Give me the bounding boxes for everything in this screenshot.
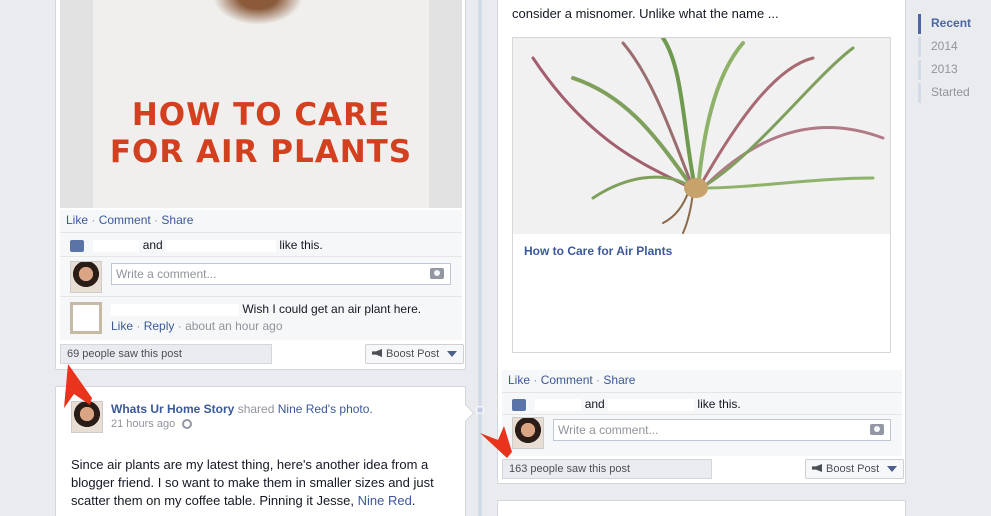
- comment-meta: Like · Reply · about an hour ago: [111, 319, 283, 333]
- comment-placeholder: Write a comment...: [116, 267, 217, 281]
- timeline-pointer: [457, 404, 475, 422]
- timeline-dot: [476, 406, 484, 414]
- share-link[interactable]: Share: [603, 373, 635, 387]
- right-seen-counter[interactable]: 163 people saw this post: [502, 459, 712, 479]
- air-plant-image: [531, 38, 885, 234]
- likes-and: and: [584, 397, 605, 411]
- separator: ·: [177, 319, 186, 333]
- left-boost-button[interactable]: Boost Post: [365, 344, 465, 364]
- right-excerpt: consider a misnomer. Unlike what the nam…: [512, 6, 779, 21]
- likes-suffix: like this.: [279, 238, 323, 252]
- redacted-name[interactable]: [535, 398, 582, 411]
- redacted-name[interactable]: [93, 239, 140, 252]
- chevron-down-icon: [447, 351, 458, 358]
- comment-body: Wish I could get an air plant here.: [111, 302, 421, 316]
- timeline-spine: [478, 0, 482, 516]
- right-comment-composer: Write a comment...: [502, 414, 902, 454]
- year-nav-recent[interactable]: Recent: [918, 14, 971, 34]
- separator: ·: [533, 373, 541, 387]
- left-post-image[interactable]: HOW TO CARE FOR AIR PLANTS: [60, 0, 462, 208]
- plant-top: [213, 0, 303, 25]
- comment-placeholder: Write a comment...: [558, 423, 659, 437]
- poster-background: HOW TO CARE FOR AIR PLANTS: [93, 0, 429, 208]
- left-action-bar: Like · Comment · Share: [60, 210, 462, 232]
- chevron-down-icon: [887, 466, 898, 473]
- redacted-name[interactable]: [111, 303, 239, 316]
- megaphone-icon: [812, 464, 822, 472]
- left-comment: Wish I could get an air plant here. Like…: [60, 296, 462, 338]
- story-post-card: Whats Ur Home Story shared Nine Red's ph…: [55, 386, 475, 516]
- left-post-card: HOW TO CARE FOR AIR PLANTS Like · Commen…: [55, 0, 466, 370]
- commenter-avatar[interactable]: [70, 302, 102, 334]
- right-ufi: Like · Comment · Share and like this. Wr…: [502, 370, 902, 456]
- redacted-name[interactable]: [166, 239, 277, 252]
- right-likes-row: and like this.: [502, 392, 902, 414]
- comment-link[interactable]: Comment: [541, 373, 593, 387]
- globe-icon[interactable]: [182, 419, 193, 430]
- redacted-name[interactable]: [608, 398, 695, 411]
- year-nav-started[interactable]: Started: [918, 83, 971, 103]
- story-meta: 21 hours ago: [111, 418, 193, 430]
- years-nav: Recent 2014 2013 Started: [918, 14, 971, 106]
- boost-label: Boost Post: [826, 463, 880, 475]
- megaphone-icon: [372, 349, 382, 357]
- camera-icon[interactable]: [430, 268, 444, 279]
- next-post-card: [497, 500, 906, 516]
- avatar: [70, 261, 102, 293]
- poster-line-2: FOR AIR PLANTS: [109, 134, 413, 170]
- story-period: .: [411, 493, 416, 508]
- comment-time[interactable]: about an hour ago: [185, 319, 282, 333]
- thumbs-up-icon: [70, 239, 84, 252]
- right-post-card: consider a misnomer. Unlike what the nam…: [497, 0, 906, 484]
- separator: ·: [91, 213, 99, 227]
- right-boost-button[interactable]: Boost Post: [805, 459, 905, 479]
- left-likes-row: and like this.: [60, 232, 462, 256]
- comment-text: Wish I could get an air plant here.: [242, 302, 422, 316]
- left-comment-composer: Write a comment...: [60, 256, 462, 296]
- story-body: Since air plants are my latest thing, he…: [71, 456, 451, 510]
- likes-and: and: [142, 238, 163, 252]
- comment-link[interactable]: Comment: [99, 213, 151, 227]
- story-author[interactable]: Whats Ur Home Story: [111, 402, 234, 416]
- camera-icon[interactable]: [870, 424, 884, 435]
- right-action-bar: Like · Comment · Share: [502, 370, 902, 392]
- story-avatar[interactable]: [71, 401, 103, 433]
- share-link[interactable]: Share: [161, 213, 193, 227]
- like-link[interactable]: Like: [66, 213, 88, 227]
- boost-label: Boost Post: [386, 348, 440, 360]
- link-preview-image: [513, 38, 890, 234]
- year-nav-2013[interactable]: 2013: [918, 60, 971, 80]
- left-ufi: Like · Comment · Share and like this. Wr…: [60, 210, 462, 340]
- year-nav-2014[interactable]: 2014: [918, 37, 971, 57]
- story-source[interactable]: Nine Red's photo.: [278, 402, 373, 416]
- avatar: [512, 417, 544, 449]
- link-preview[interactable]: How to Care for Air Plants: [512, 37, 891, 353]
- like-link[interactable]: Like: [508, 373, 530, 387]
- likes-suffix: like this.: [697, 397, 741, 411]
- story-time[interactable]: 21 hours ago: [111, 418, 175, 430]
- poster-line-1: HOW TO CARE: [131, 97, 391, 133]
- comment-reply-link[interactable]: Reply: [144, 319, 175, 333]
- left-seen-counter[interactable]: 69 people saw this post: [60, 344, 272, 364]
- comment-like-link[interactable]: Like: [111, 319, 133, 333]
- comment-input[interactable]: Write a comment...: [111, 263, 451, 285]
- story-header: Whats Ur Home Story shared Nine Red's ph…: [111, 402, 373, 416]
- story-shared: shared: [237, 402, 275, 416]
- link-title[interactable]: How to Care for Air Plants: [524, 244, 672, 258]
- thumbs-up-icon: [512, 398, 526, 411]
- comment-input[interactable]: Write a comment...: [553, 419, 891, 441]
- separator: ·: [136, 319, 144, 333]
- story-mention[interactable]: Nine Red: [358, 493, 412, 508]
